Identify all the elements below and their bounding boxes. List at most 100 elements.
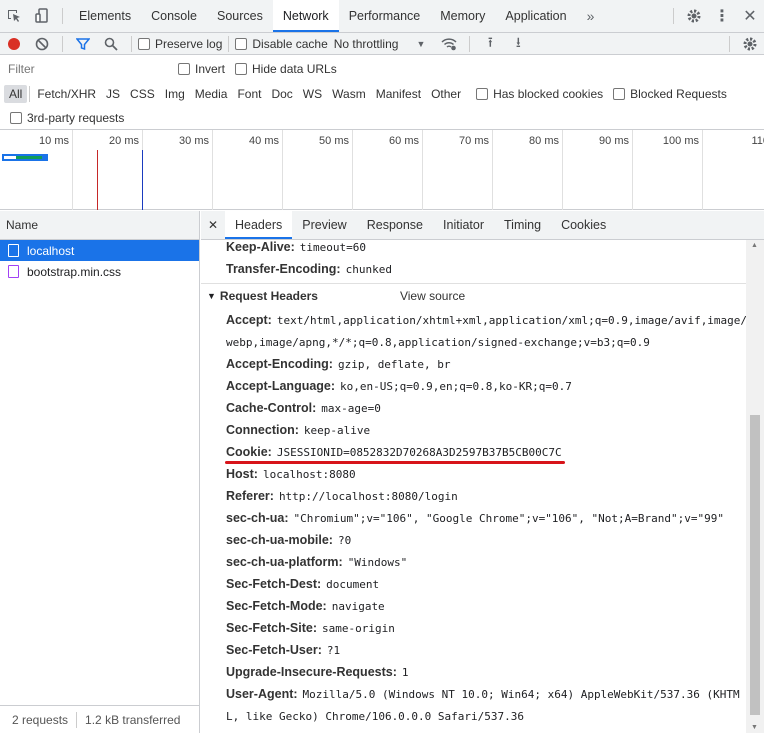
tab-preview[interactable]: Preview [292,211,356,239]
search-icon[interactable] [97,33,125,55]
request-headers-section-header[interactable]: ▼ Request Headers View source [207,289,465,303]
tab-application[interactable]: Application [495,0,576,32]
header-row: Accept-Language: ko,en-US;q=0.9,en;q=0.8,… [226,379,572,393]
tab-console[interactable]: Console [141,0,207,32]
tab-cookies[interactable]: Cookies [551,211,616,239]
header-value: ko,en-US;q=0.9,en;q=0.8,ko-KR;q=0.7 [340,380,572,393]
type-filter-media[interactable]: Media [190,85,233,103]
hide-data-urls-label: Hide data URLs [252,62,337,76]
more-tabs-icon[interactable]: » [577,2,605,30]
view-source-link[interactable]: View source [400,289,465,303]
tab-elements[interactable]: Elements [69,0,141,32]
timeline-overview[interactable]: 10 ms 20 ms 30 ms 40 ms 50 ms 60 ms 70 ms 80 ms… [0,130,764,210]
tab-timing[interactable]: Timing [494,211,551,239]
tab-memory[interactable]: Memory [430,0,495,32]
settings-gear-icon[interactable] [680,2,708,30]
preserve-log-label: Preserve log [155,36,223,51]
request-name: bootstrap.min.css [27,264,122,279]
device-toolbar-icon[interactable] [28,2,56,30]
close-icon[interactable]: ✕ [736,2,764,30]
chevron-down-icon: ▼ [416,38,426,49]
third-party-checkbox[interactable]: 3rd-party requests [10,111,124,125]
type-filter-img[interactable]: Img [160,85,190,103]
header-name: Referer: [226,489,274,503]
header-row: Sec-Fetch-User: ?1 [226,643,340,657]
throttling-value: No throttling [333,36,399,51]
close-details-icon[interactable]: ✕ [201,211,225,239]
request-row-localhost[interactable]: localhost [0,240,199,261]
type-filter-css[interactable]: CSS [125,85,160,103]
tab-network[interactable]: Network [272,0,339,32]
header-name: Cache-Control: [226,401,317,415]
header-row: Cookie: JSESSIONID=0852832D70268A3D2597B3… [226,445,562,459]
section-title: Request Headers [219,289,318,303]
filter-input[interactable] [4,60,166,78]
tab-sources[interactable]: Sources [207,0,273,32]
timeline-tick-label: 70 ms [459,135,489,147]
type-filter-js[interactable]: JS [101,85,125,103]
type-filter-all[interactable]: All [4,85,28,103]
type-filter-other[interactable]: Other [426,85,466,103]
type-filter-doc[interactable]: Doc [266,85,297,103]
header-row: Cache-Control: max-age=0 [226,401,381,415]
type-filter-font[interactable]: Font [232,85,266,103]
network-conditions-icon[interactable] [435,33,463,55]
separator [729,35,730,52]
name-column-header[interactable]: Name [0,211,199,240]
scroll-down-arrow-icon[interactable]: ▼ [751,724,758,731]
tab-response[interactable]: Response [357,211,433,239]
header-row: Transfer-Encoding: chunked [226,262,392,276]
inspect-element-icon[interactable] [0,2,28,30]
request-name: localhost [27,243,75,258]
blocked-cookies-checkbox[interactable]: Has blocked cookies [476,87,603,101]
checkbox-box[interactable] [476,88,489,100]
type-filter-ws[interactable]: WS [298,85,327,103]
resource-type-filters: All Fetch/XHR JS CSS Img Media Font Doc … [0,82,764,106]
disable-cache-checkbox[interactable]: Disable cache [235,37,328,51]
invert-checkbox[interactable]: Invert [178,62,225,76]
blocked-requests-checkbox[interactable]: Blocked Requests [613,87,727,101]
section-divider [201,283,746,284]
tab-performance[interactable]: Performance [339,0,431,32]
hide-data-urls-checkbox[interactable]: Hide data URLs [235,62,337,76]
details-tab-bar: ✕ Headers Preview Response Initiator Tim… [201,211,764,240]
header-name: Accept-Language: [226,379,336,393]
timeline-tick-label: 30 ms [179,135,209,147]
record-icon[interactable] [0,33,28,55]
header-value: keep-alive [303,424,371,437]
checkbox-box[interactable] [138,37,150,50]
tab-headers[interactable]: Headers [225,211,293,239]
export-har-icon[interactable]: ⭳ [504,33,532,55]
import-har-icon[interactable]: ⭱ [476,33,504,55]
type-filter-fetch-xhr[interactable]: Fetch/XHR [32,85,101,103]
checkbox-box[interactable] [10,111,22,124]
checkbox-box[interactable] [235,63,248,75]
header-row: Sec-Fetch-Site: same-origin [226,621,395,635]
header-name: Upgrade-Insecure-Requests: [226,665,397,679]
scroll-thumb[interactable] [750,415,760,715]
checkbox-box[interactable] [613,88,626,100]
header-row: sec-ch-ua-platform: "Windows" [226,555,407,569]
separator [29,86,31,102]
preserve-log-checkbox[interactable]: Preserve log [138,37,222,51]
cookie-highlight-underline [225,461,565,464]
request-row-bootstrap-css[interactable]: bootstrap.min.css [0,261,199,282]
header-row: sec-ch-ua: "Chromium";v="106", "Google Ch… [226,511,724,525]
throttling-select[interactable]: No throttling ▼ [334,37,426,51]
header-name: User-Agent: [226,687,298,701]
header-value: chunked [345,263,392,276]
checkbox-box[interactable] [178,63,190,75]
scroll-up-arrow-icon[interactable]: ▲ [751,242,758,249]
header-row: Referer: http://localhost:8080/login [226,489,458,503]
clear-icon[interactable] [28,33,56,55]
more-options-icon[interactable]: ⋮ [708,2,736,30]
type-filter-wasm[interactable]: Wasm [327,85,371,103]
tab-initiator[interactable]: Initiator [433,211,494,239]
type-filter-manifest[interactable]: Manifest [371,85,426,103]
request-count: 2 requests [12,712,69,727]
filter-icon[interactable] [69,33,97,55]
checkbox-box[interactable] [235,37,248,50]
timeline-gridline [352,130,353,210]
details-scrollbar[interactable]: ▲ ▼ [746,240,764,733]
network-settings-gear-icon[interactable] [736,33,764,55]
